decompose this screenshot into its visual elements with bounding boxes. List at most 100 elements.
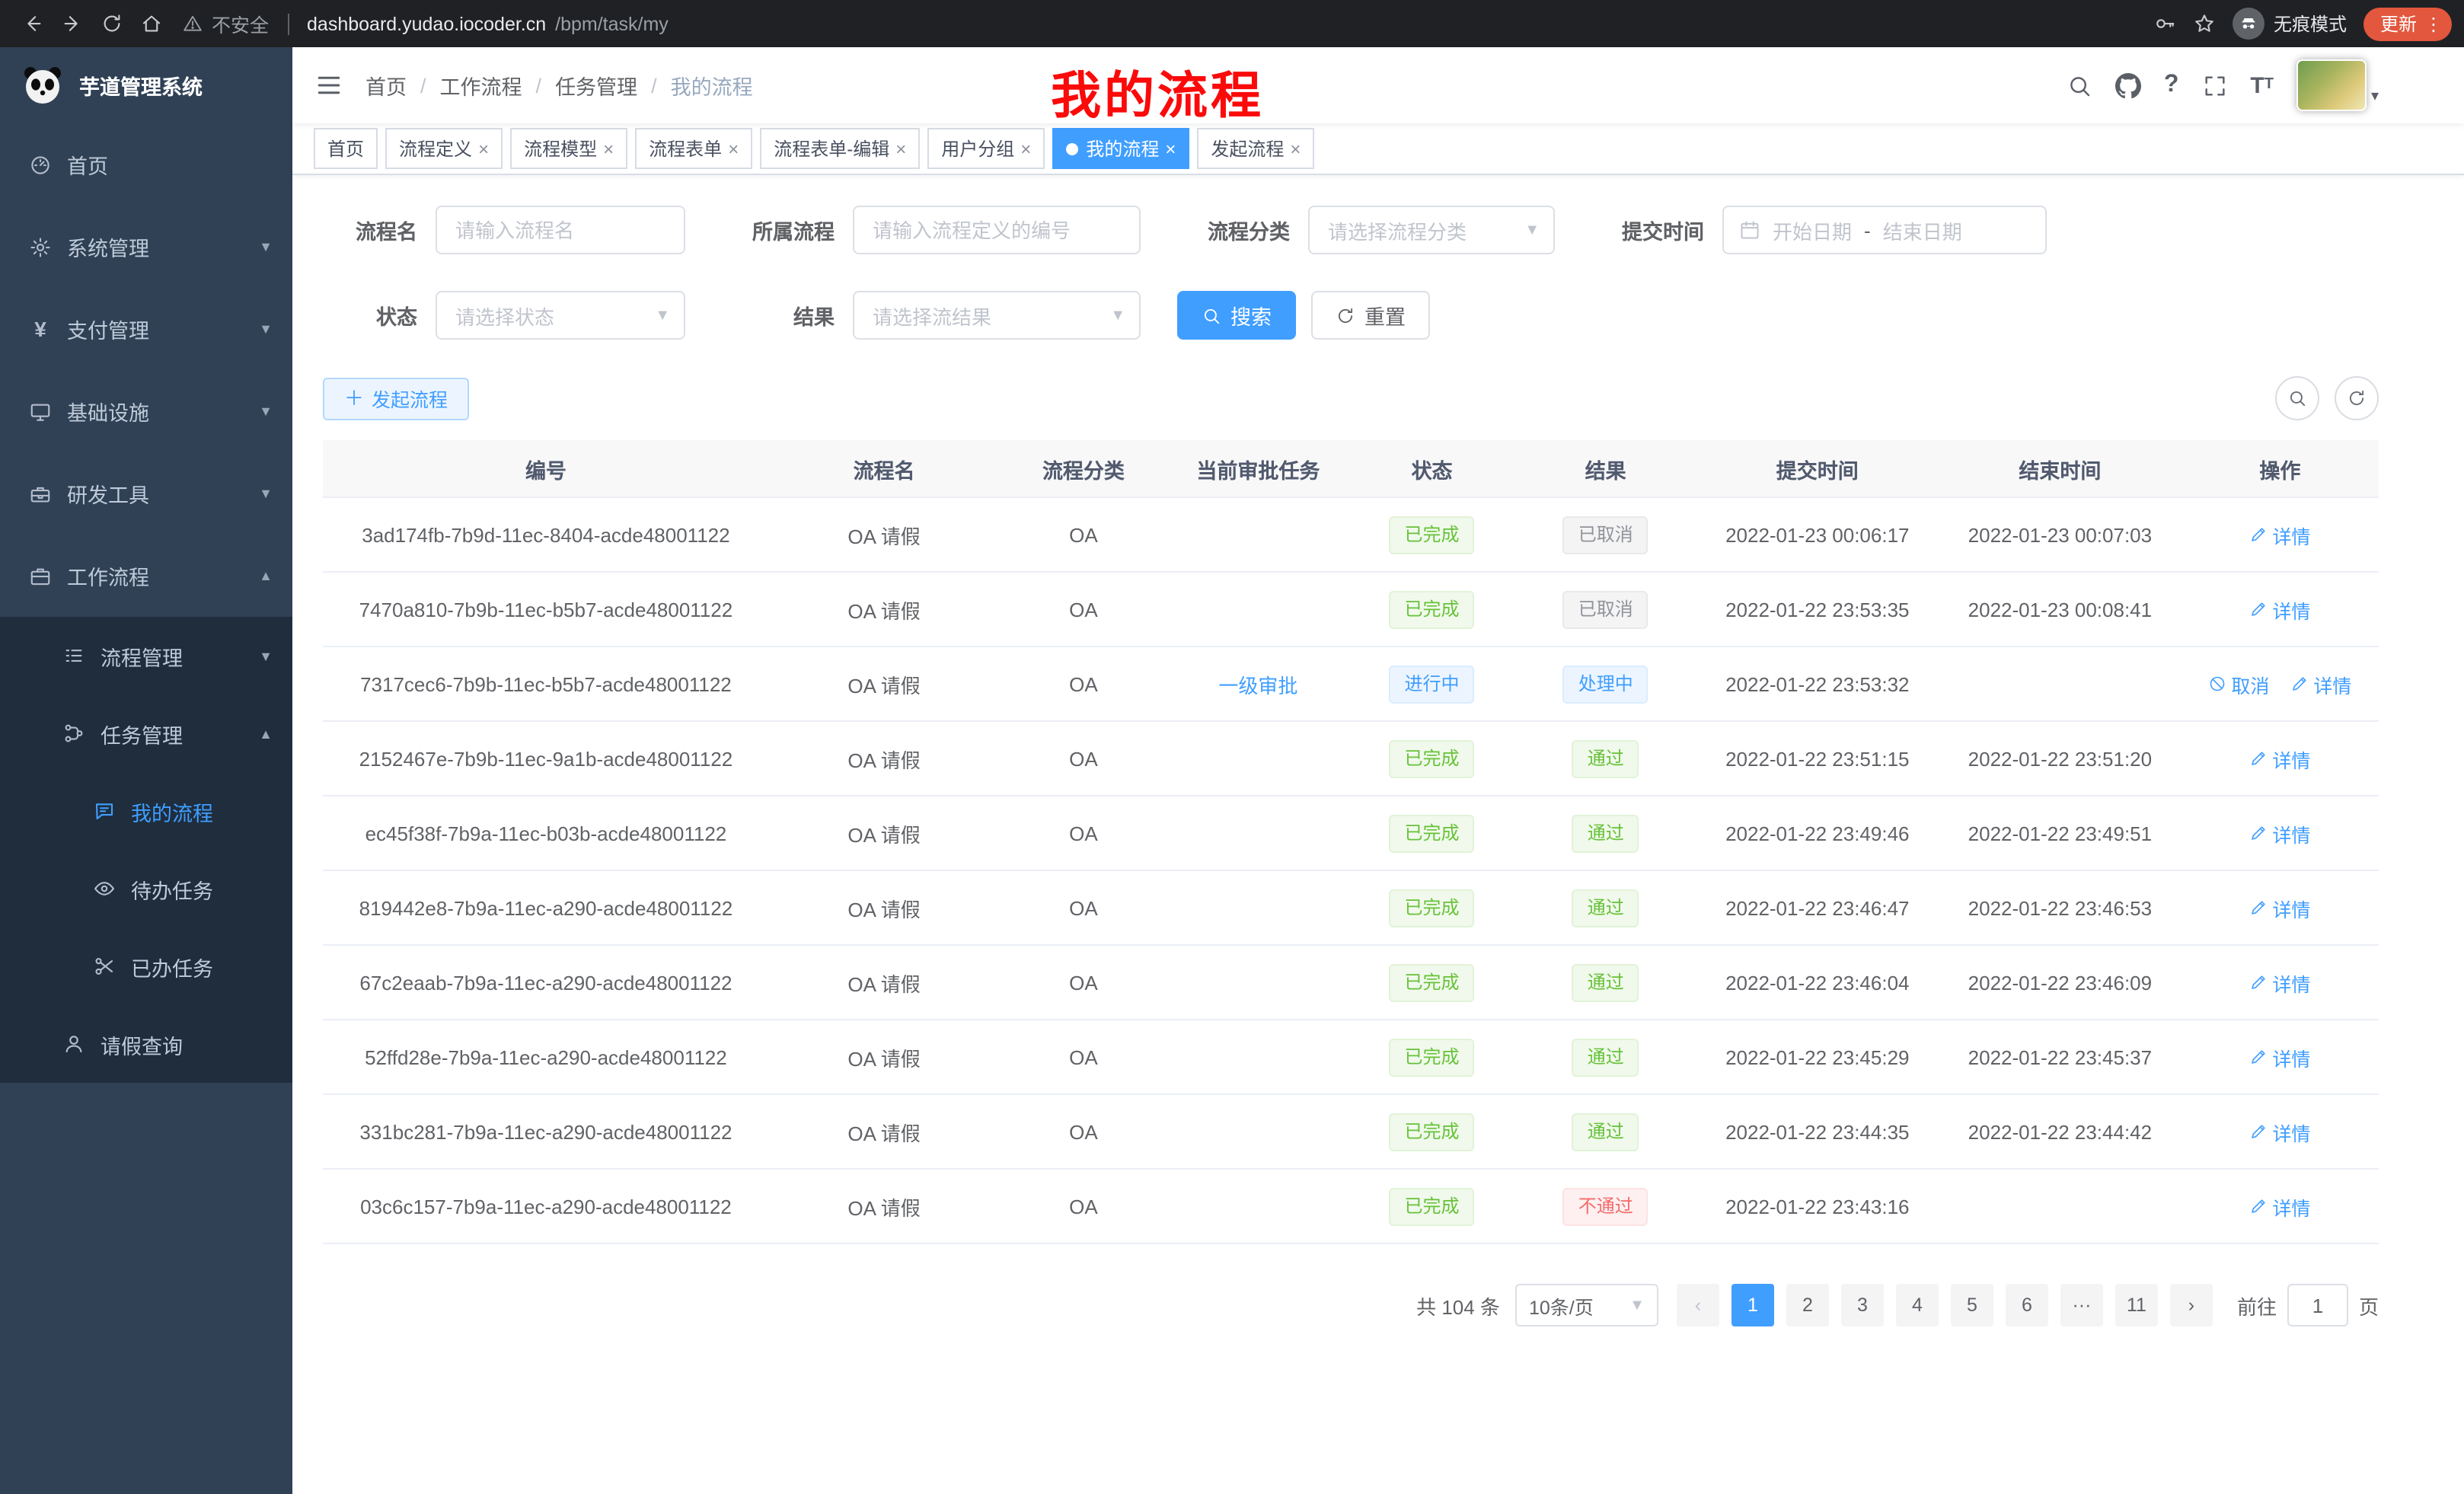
hamburger-icon[interactable]	[292, 47, 365, 123]
security-label[interactable]: 不安全	[212, 9, 269, 38]
row-detail-link[interactable]: 详情	[2290, 669, 2351, 698]
page-button[interactable]: 11	[2115, 1284, 2158, 1326]
tab-my-process[interactable]: 我的流程×	[1052, 128, 1189, 169]
row-detail-link[interactable]: 详情	[2249, 595, 2310, 624]
url-path: /bpm/task/my	[555, 13, 669, 34]
forward-icon[interactable]	[52, 5, 91, 42]
status-select[interactable]: 请选择状态 ▼	[436, 291, 685, 340]
breadcrumb-item[interactable]: 任务管理	[555, 70, 637, 101]
sidebar-item-home[interactable]: 首页	[0, 123, 292, 206]
next-page-button[interactable]: ›	[2170, 1284, 2213, 1326]
update-button[interactable]: 更新 ⋮	[2363, 7, 2452, 40]
cell-submit-time: 2022-01-22 23:46:47	[1696, 870, 1939, 945]
date-range-picker[interactable]: 开始日期 - 结束日期	[1722, 206, 2047, 254]
browser-toolbar-right: 无痕模式 更新 ⋮	[2153, 7, 2452, 40]
sidebar-item-infrastructure[interactable]: 基础设施▼	[0, 370, 292, 452]
page-button[interactable]: 2	[1786, 1284, 1829, 1326]
reload-icon[interactable]	[91, 5, 131, 42]
cell-name: OA 请假	[769, 497, 999, 572]
sidebar-item-payment[interactable]: ¥支付管理▼	[0, 288, 292, 370]
page-button[interactable]: 5	[1951, 1284, 1993, 1326]
result-badge: 通过	[1572, 1113, 1639, 1151]
active-dot-icon	[1066, 142, 1078, 155]
browser-menu-icon[interactable]: ⋮	[2424, 13, 2443, 34]
sidebar-item-leave-query[interactable]: 请假查询	[0, 1005, 292, 1083]
status-badge: 已完成	[1390, 739, 1475, 777]
breadcrumb-item[interactable]: 工作流程	[440, 70, 522, 101]
help-icon[interactable]: ?	[2164, 73, 2179, 97]
cell-actions: 详情	[2182, 796, 2379, 870]
sidebar-item-done-tasks[interactable]: 已办任务	[0, 927, 292, 1005]
row-detail-link[interactable]: 详情	[2249, 1042, 2310, 1071]
tab-process-form[interactable]: 流程表单×	[635, 128, 752, 169]
sidebar-item-workflow[interactable]: 工作流程▲	[0, 535, 292, 617]
app-logo[interactable]: 芋道管理系统	[0, 47, 292, 123]
prev-page-button[interactable]: ‹	[1677, 1284, 1719, 1326]
row-detail-link[interactable]: 详情	[2249, 893, 2310, 922]
fullscreen-icon[interactable]	[2201, 72, 2227, 98]
sidebar-item-process-management[interactable]: 流程管理▼	[0, 617, 292, 694]
tab-process-model[interactable]: 流程模型×	[510, 128, 627, 169]
refresh-button[interactable]	[2335, 376, 2379, 420]
font-size-icon[interactable]: TT	[2250, 74, 2274, 97]
close-icon[interactable]: ×	[1020, 138, 1031, 159]
avatar[interactable]	[2296, 59, 2367, 111]
cell-actions: 详情	[2182, 1020, 2379, 1094]
tab-process-definition[interactable]: 流程定义×	[385, 128, 503, 169]
close-icon[interactable]: ×	[895, 138, 906, 159]
create-process-button[interactable]: ＋ 发起流程	[323, 377, 469, 420]
current-task-link[interactable]: 一级审批	[1218, 674, 1297, 697]
page-ellipsis[interactable]: ···	[2060, 1284, 2103, 1326]
page-button[interactable]: 3	[1841, 1284, 1884, 1326]
search-button[interactable]: 搜索	[1177, 291, 1296, 340]
sidebar-item-todo-tasks[interactable]: 待办任务	[0, 850, 292, 927]
tab-start-process[interactable]: 发起流程×	[1197, 128, 1314, 169]
reset-button[interactable]: 重置	[1311, 291, 1430, 340]
scissors-icon	[93, 955, 116, 978]
result-select[interactable]: 请选择流结果 ▼	[853, 291, 1141, 340]
process-name-input[interactable]	[436, 206, 685, 254]
category-select[interactable]: 请选择流程分类 ▼	[1308, 206, 1555, 254]
close-icon[interactable]: ×	[478, 138, 489, 159]
back-icon[interactable]	[12, 5, 52, 42]
close-icon[interactable]: ×	[1165, 138, 1176, 159]
row-detail-link[interactable]: 详情	[2249, 1117, 2310, 1146]
search-icon[interactable]	[2067, 72, 2092, 98]
home-icon[interactable]	[131, 5, 171, 42]
goto-page-input[interactable]	[2287, 1284, 2348, 1326]
close-icon[interactable]: ×	[603, 138, 614, 159]
status-badge: 进行中	[1390, 665, 1475, 703]
password-key-icon[interactable]	[2153, 12, 2176, 35]
row-detail-link[interactable]: 详情	[2249, 1192, 2310, 1221]
tab-home[interactable]: 首页	[314, 128, 378, 169]
close-icon[interactable]: ×	[728, 138, 739, 159]
tab-user-group[interactable]: 用户分组×	[927, 128, 1045, 169]
row-detail-link[interactable]: 详情	[2249, 968, 2310, 997]
breadcrumb-item[interactable]: 首页	[365, 70, 407, 101]
user-menu[interactable]: ▾	[2296, 59, 2379, 111]
sidebar-item-my-process[interactable]: 我的流程	[0, 772, 292, 850]
address-bar[interactable]: 不安全 dashboard.yudao.iocoder.cn/bpm/task/…	[183, 9, 669, 38]
page-button[interactable]: 6	[2006, 1284, 2048, 1326]
process-def-input[interactable]	[853, 206, 1141, 254]
row-detail-link[interactable]: 详情	[2249, 520, 2310, 549]
cell-actions: 详情	[2182, 1094, 2379, 1169]
page-unit-label: 页	[2359, 1291, 2379, 1320]
page-button[interactable]: 4	[1896, 1284, 1939, 1326]
close-icon[interactable]: ×	[1290, 138, 1301, 159]
sidebar-item-devtools[interactable]: 研发工具▼	[0, 452, 292, 535]
row-detail-link[interactable]: 详情	[2249, 819, 2310, 848]
cell-result: 已取消	[1515, 497, 1696, 572]
search-toggle-button[interactable]	[2275, 376, 2319, 420]
cell-status: 进行中	[1348, 646, 1515, 721]
page-size-select[interactable]: 10条/页 ▼	[1515, 1284, 1658, 1326]
bookmark-star-icon[interactable]	[2193, 12, 2216, 35]
calendar-icon	[1739, 219, 1760, 241]
row-detail-link[interactable]: 详情	[2249, 744, 2310, 773]
page-button[interactable]: 1	[1732, 1284, 1774, 1326]
sidebar-item-task-management[interactable]: 任务管理▲	[0, 694, 292, 772]
sidebar-item-system[interactable]: 系统管理▼	[0, 206, 292, 288]
tab-process-form-edit[interactable]: 流程表单-编辑×	[760, 128, 920, 169]
row-cancel-link[interactable]: 取消	[2208, 669, 2269, 698]
github-icon[interactable]	[2115, 72, 2141, 98]
